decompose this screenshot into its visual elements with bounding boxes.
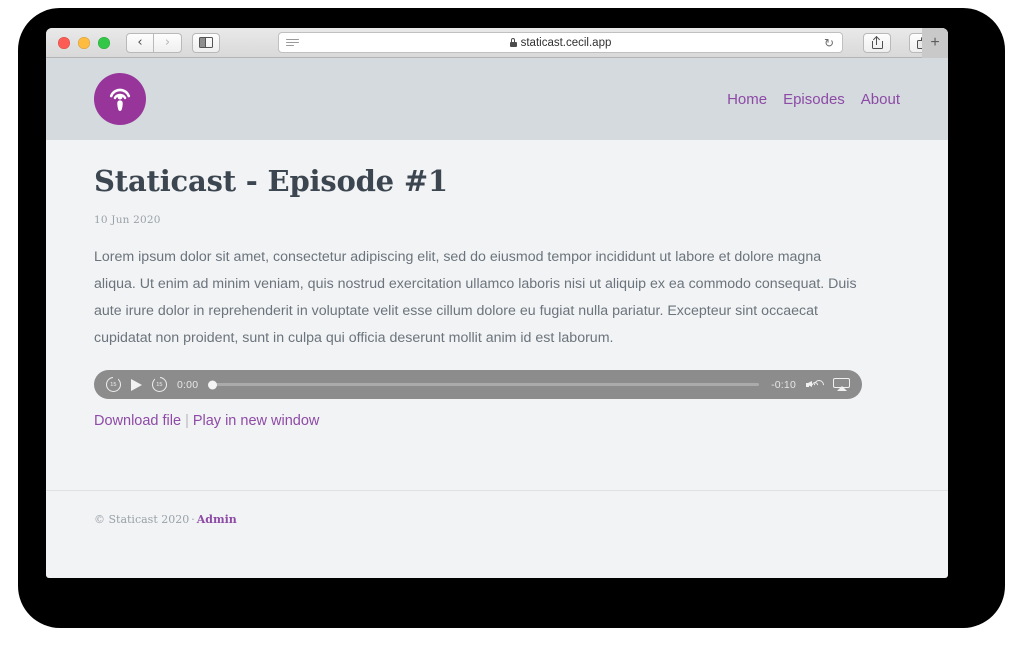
address-bar[interactable]: staticast.cecil.app ↻ [278,32,843,53]
back-button[interactable]: ‹ [126,32,154,53]
post-body: Lorem ipsum dolor sit amet, consectetur … [94,249,857,346]
share-button[interactable] [863,32,891,53]
reader-view-icon[interactable] [286,38,299,47]
navigation-buttons: ‹ › [126,32,220,53]
url-text: staticast.cecil.app [520,36,612,49]
remaining-time-label: -0:10 [771,378,796,391]
minimize-window-button[interactable] [78,36,90,49]
chevron-left-icon: ‹ [137,35,143,50]
site-footer: © Staticast 2020 · Admin [46,491,948,548]
browser-window: ‹ › staticast.cecil.app ↻ + Home Episode… [46,28,948,578]
lock-icon [509,38,517,47]
nav-item-about[interactable]: About [861,91,900,108]
audio-player[interactable]: 15 15 0:00 -0:10 [94,370,862,399]
skip-forward-label: 15 [156,381,163,388]
site-logo[interactable] [94,73,146,125]
site-navigation: Home Episodes About [727,91,900,108]
media-links: Download file | Play in new window [94,413,900,429]
site-header: Home Episodes About [46,58,948,140]
share-icon [871,35,883,49]
forward-button[interactable]: › [154,32,182,53]
skip-back-15-button[interactable]: 15 [106,376,121,392]
skip-forward-15-button[interactable]: 15 [152,376,167,392]
post-date: 10 Jun 2020 [94,214,161,226]
links-separator: | [185,413,189,429]
skip-back-label: 15 [110,381,117,388]
window-controls [58,36,110,49]
footer-admin-link[interactable]: Admin [197,513,237,526]
play-button[interactable] [131,378,142,391]
zoom-window-button[interactable] [98,36,110,49]
close-window-button[interactable] [58,36,70,49]
browser-toolbar: ‹ › staticast.cecil.app ↻ + [46,28,948,58]
reload-icon[interactable]: ↻ [824,37,834,49]
progress-scrubber[interactable] [208,380,760,389]
current-time-label: 0:00 [177,378,199,391]
play-in-new-window-link[interactable]: Play in new window [193,413,320,429]
footer-copyright: © Staticast 2020 [94,513,190,526]
url-display: staticast.cecil.app [509,36,612,49]
sidebar-toggle-button[interactable] [192,32,220,53]
chevron-right-icon: › [164,35,171,50]
nav-item-episodes[interactable]: Episodes [783,91,845,108]
scrubber-handle[interactable] [208,380,218,389]
sidebar-toggle-icon [199,37,213,48]
new-tab-button[interactable]: + [922,28,948,58]
airplay-icon[interactable] [833,378,850,391]
nav-item-home[interactable]: Home [727,91,767,108]
page-title: Staticast - Episode #1 [94,164,448,198]
footer-separator: · [191,513,195,526]
volume-icon[interactable] [806,377,827,392]
main-content: Staticast - Episode #1 10 Jun 2020 Lorem… [46,140,948,490]
podcast-icon [109,88,131,111]
download-file-link[interactable]: Download file [94,413,181,429]
